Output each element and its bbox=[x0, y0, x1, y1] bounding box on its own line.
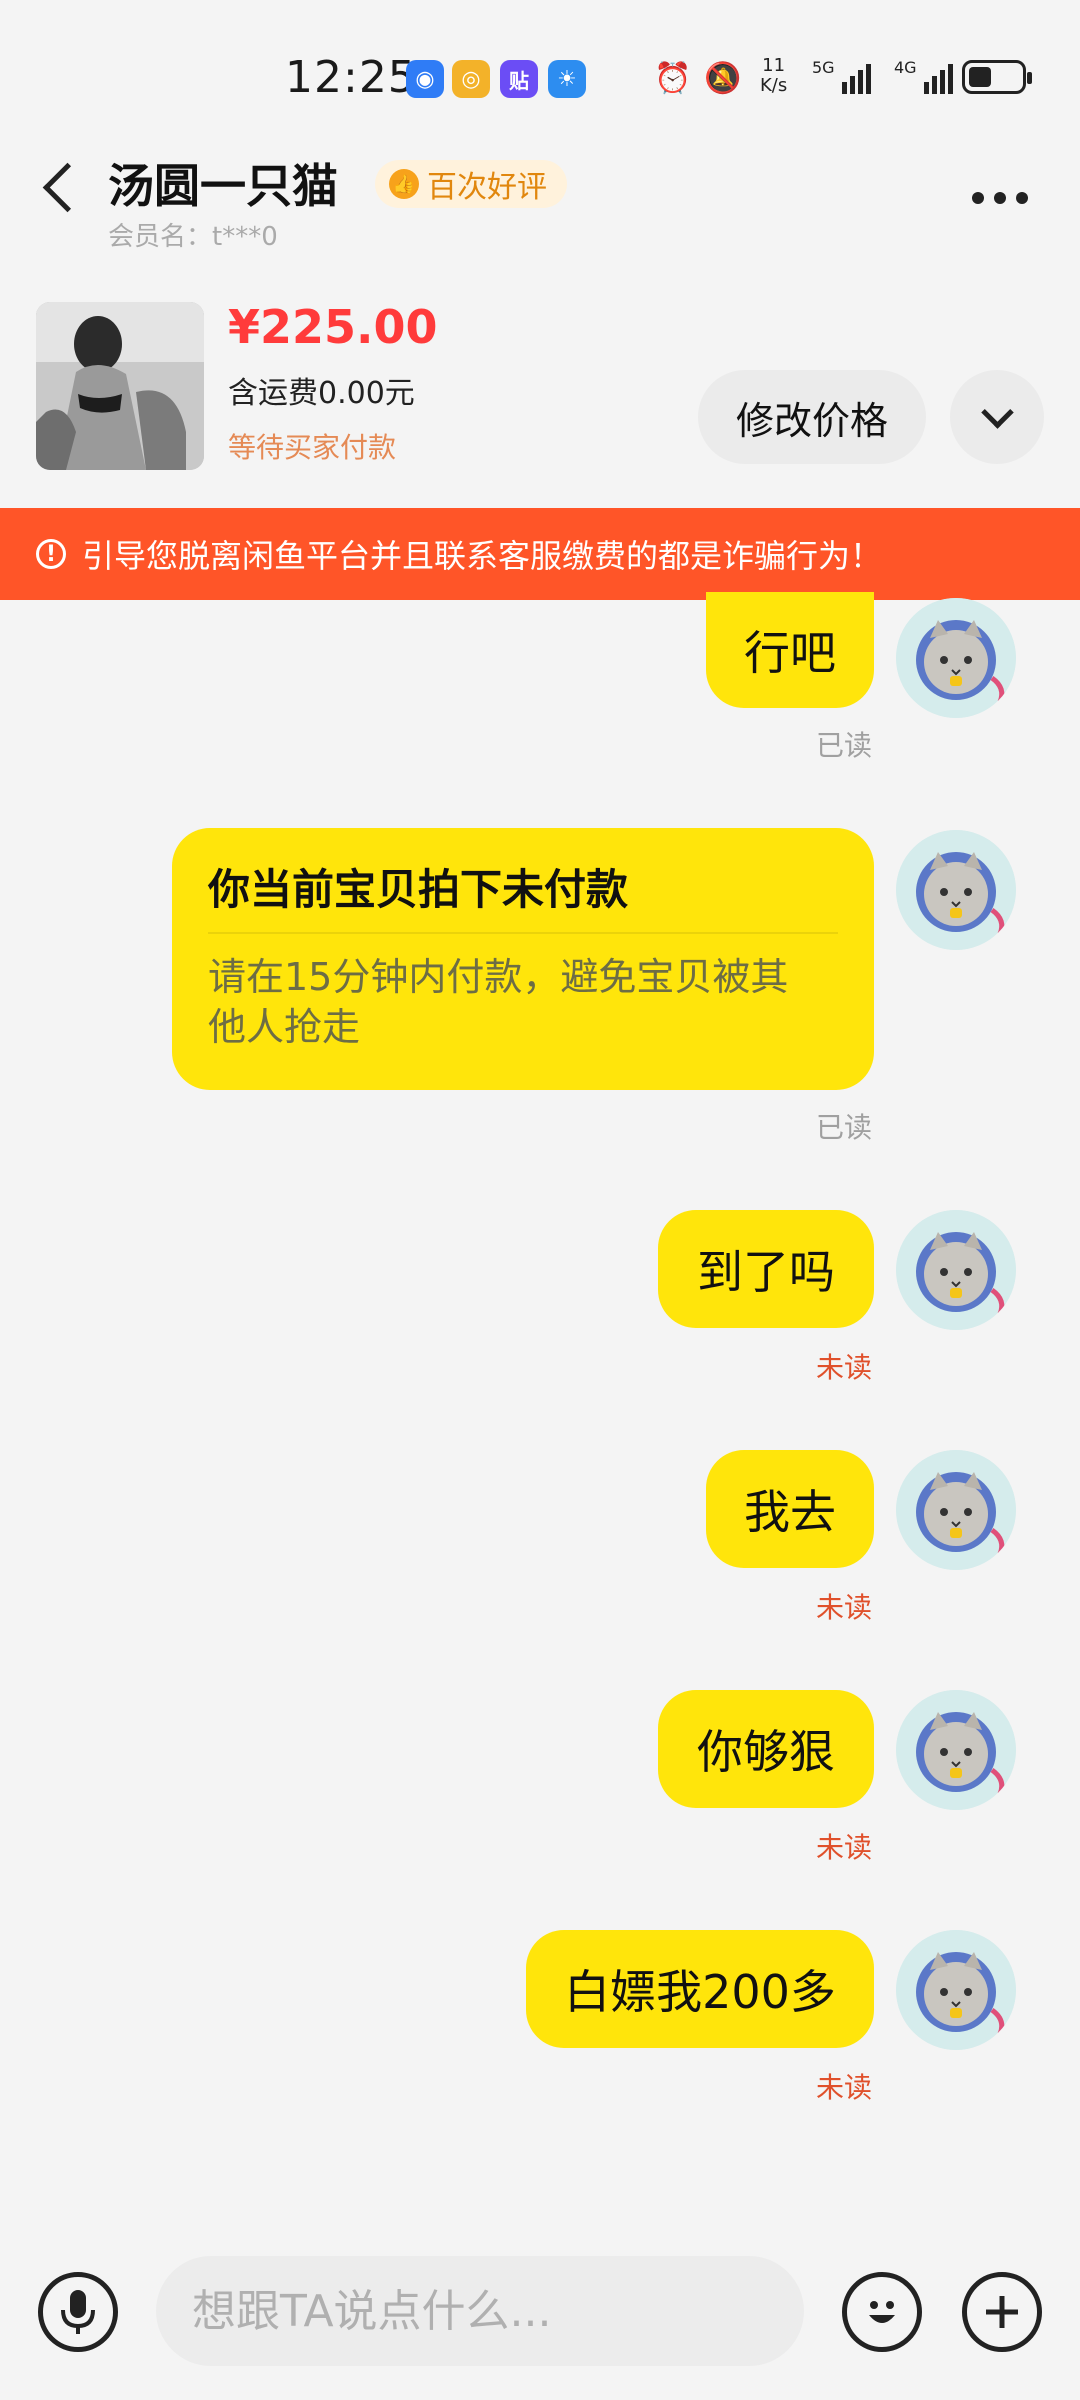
shipping-fee: 含运费0.00元 bbox=[228, 376, 415, 411]
plus-icon bbox=[986, 2296, 1018, 2328]
good-review-badge[interactable]: 👍 百次好评 bbox=[375, 160, 567, 208]
battery-icon bbox=[962, 60, 1032, 94]
member-name: 会员名：t***0 bbox=[108, 222, 278, 252]
payment-status: 等待买家付款 bbox=[228, 431, 397, 464]
card-title: 你当前宝贝拍下未付款 bbox=[208, 865, 629, 914]
avatar[interactable] bbox=[896, 1210, 1016, 1330]
message-input[interactable] bbox=[156, 2256, 804, 2366]
read-status: 已读 bbox=[816, 729, 873, 762]
avatar[interactable] bbox=[896, 1930, 1016, 2050]
app-notification-icon: ◎ bbox=[452, 60, 490, 98]
read-status: 已读 bbox=[816, 1111, 873, 1144]
message-bubble[interactable]: 白嫖我200多 bbox=[526, 1930, 874, 2048]
back-icon[interactable] bbox=[42, 162, 93, 213]
signal-5g-icon: 5G bbox=[812, 58, 871, 94]
tieba-icon: 贴 bbox=[500, 60, 538, 98]
weather-icon: ☀ bbox=[548, 60, 586, 98]
avatar[interactable] bbox=[896, 830, 1016, 950]
voice-button[interactable] bbox=[38, 2272, 118, 2352]
avatar[interactable] bbox=[896, 1450, 1016, 1570]
message-bubble[interactable]: 我去 bbox=[706, 1450, 874, 1568]
warning-icon: ! bbox=[36, 539, 66, 569]
unread-status: 未读 bbox=[816, 1591, 873, 1624]
avatar[interactable] bbox=[896, 598, 1016, 718]
message-bubble[interactable]: 行吧 bbox=[706, 592, 874, 708]
emoji-button[interactable] bbox=[842, 2272, 922, 2352]
card-body: 请在15分钟内付款，避免宝贝被其 他人抢走 bbox=[208, 955, 789, 1049]
more-icon[interactable] bbox=[972, 192, 1028, 204]
expand-button[interactable] bbox=[950, 370, 1044, 464]
status-time: 12:25 bbox=[285, 52, 417, 103]
chevron-down-icon bbox=[980, 395, 1014, 429]
emoji-icon bbox=[869, 2301, 895, 2323]
product-thumbnail[interactable] bbox=[36, 302, 204, 470]
chat-title: 汤圆一只猫 bbox=[108, 159, 338, 213]
unread-status: 未读 bbox=[816, 1831, 873, 1864]
alarm-icon: ⏰ bbox=[654, 60, 692, 96]
thumbs-up-icon: 👍 bbox=[389, 169, 419, 199]
unpaid-order-card[interactable]: 你当前宝贝拍下未付款 请在15分钟内付款，避免宝贝被其 他人抢走 bbox=[172, 828, 874, 1090]
avatar[interactable] bbox=[896, 1690, 1016, 1810]
more-actions-button[interactable] bbox=[962, 2272, 1042, 2352]
network-speed: 11 K/s bbox=[760, 55, 788, 96]
mic-icon bbox=[61, 2290, 95, 2334]
message-bubble[interactable]: 你够狠 bbox=[658, 1690, 874, 1808]
message-bubble[interactable]: 到了吗 bbox=[658, 1210, 874, 1328]
product-price: ¥225.00 bbox=[228, 300, 438, 354]
fraud-warning-banner: ! 引导您脱离闲鱼平台并且联系客服缴费的都是诈骗行为！ bbox=[0, 508, 1080, 600]
mute-icon: 🔕 bbox=[704, 60, 742, 96]
card-divider bbox=[208, 932, 838, 934]
app-notification-icon: ◉ bbox=[406, 60, 444, 98]
unread-status: 未读 bbox=[816, 1351, 873, 1384]
unread-status: 未读 bbox=[816, 2071, 873, 2104]
edit-price-button[interactable]: 修改价格 bbox=[698, 370, 926, 464]
signal-4g-icon: 4G bbox=[894, 58, 953, 94]
